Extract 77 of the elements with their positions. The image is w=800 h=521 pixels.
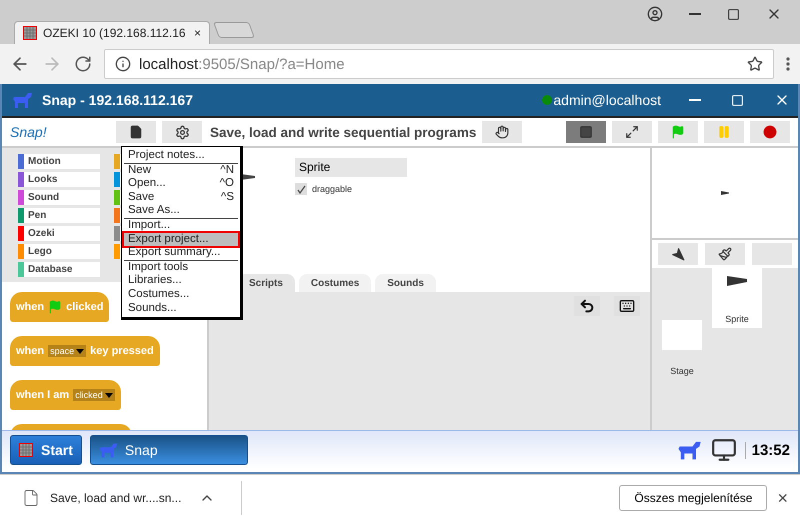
reload-icon [74, 55, 92, 73]
category-button[interactable]: Pen [18, 208, 100, 223]
maximize-icon [727, 8, 740, 20]
stop-button[interactable] [750, 121, 790, 143]
menu-item[interactable]: Costumes... [124, 288, 238, 302]
project-title: Save, load and write sequential programs [210, 124, 476, 140]
bookmark-star-icon [747, 56, 763, 72]
draggable-checkbox[interactable] [295, 183, 307, 195]
sprite-arrow-icon [721, 191, 729, 195]
file-menu-button[interactable] [116, 121, 156, 143]
undo-button[interactable] [574, 296, 600, 316]
menu-item[interactable]: Libraries... [124, 274, 238, 288]
stop-icon [763, 125, 777, 139]
flag-icon [48, 300, 62, 314]
clock: 13:52 [744, 442, 790, 458]
expand-icon [625, 125, 639, 139]
sprite-name-field[interactable]: Sprite [295, 158, 407, 177]
taskbar-app-button[interactable]: Snap [90, 435, 248, 465]
menu-item[interactable]: Project notes... [124, 149, 238, 163]
stage-label: Stage [670, 366, 694, 376]
window-title: Snap - 192.168.112.167 [42, 92, 193, 108]
menu-item[interactable]: Open... ^O [124, 177, 238, 191]
tab-close[interactable]: × [194, 26, 201, 40]
sprite-arrow-icon [727, 276, 747, 286]
user-label: admin@localhost [542, 92, 661, 108]
start-button[interactable]: Start [10, 435, 82, 465]
keyboard-button[interactable] [614, 296, 640, 316]
file-icon [22, 489, 40, 507]
maximize-icon [731, 94, 744, 106]
menu-item[interactable]: Import tools [124, 260, 238, 274]
settings-button[interactable] [162, 121, 202, 143]
download-file-name[interactable]: Save, load and wr....sn... [50, 491, 182, 505]
category-button[interactable]: Ozeki [18, 226, 100, 241]
address-field[interactable]: localhost:9505/Snap/?a=Home [104, 49, 774, 79]
snap-logo: Snap! [10, 124, 48, 140]
file-icon [129, 125, 143, 139]
arrow-icon [671, 247, 685, 261]
url-text: localhost:9505/Snap/?a=Home [139, 56, 345, 72]
menu-item[interactable]: Sounds... [124, 302, 238, 316]
show-all-button[interactable]: Összes megjelenítése [619, 485, 768, 511]
menu-icon[interactable] [786, 57, 790, 71]
paint-button[interactable] [705, 243, 745, 265]
keyboard-icon [619, 298, 635, 314]
stage-thumbnail[interactable] [662, 320, 702, 350]
flag-icon [671, 125, 685, 139]
hand-icon [495, 125, 510, 139]
browser-tab[interactable]: OZEKI 10 (192.168.112.16 × [14, 21, 210, 44]
tab-title: OZEKI 10 (192.168.112.16 [43, 26, 186, 40]
grid-icon [19, 443, 33, 457]
menu-item[interactable]: Save ^S [124, 190, 238, 204]
category-button[interactable]: Database [18, 262, 100, 277]
settings-icon [174, 124, 190, 140]
draggable-label: draggable [312, 184, 352, 194]
grid-icon [23, 26, 37, 40]
menu-item[interactable]: Save As... [124, 204, 238, 218]
close-downloads-button[interactable]: × [777, 488, 788, 508]
square-icon [579, 125, 593, 139]
sprite-card[interactable]: Sprite [712, 268, 762, 328]
fullscreen-button[interactable] [612, 121, 652, 143]
menu-item[interactable]: Export project... [124, 232, 238, 246]
user-icon [647, 6, 663, 22]
category-button[interactable]: Sound [18, 190, 100, 205]
category-button[interactable]: Motion [18, 154, 100, 169]
category-button[interactable]: Lego [18, 244, 100, 259]
category-button[interactable]: Looks [18, 172, 100, 187]
pause-icon [717, 125, 731, 139]
brush-icon [718, 247, 732, 261]
menu-item[interactable]: Export summary... [124, 246, 238, 260]
menu-item[interactable]: New ^N [124, 162, 238, 178]
undo-icon [579, 298, 595, 314]
editor-tab[interactable]: Costumes [298, 274, 372, 292]
info-icon [115, 56, 131, 72]
monitor-icon [710, 437, 737, 463]
cursor-button[interactable] [482, 121, 522, 143]
turtle-button[interactable] [658, 243, 698, 265]
editor-tab[interactable]: Sounds [375, 274, 436, 292]
stage-size-button[interactable] [566, 121, 606, 143]
